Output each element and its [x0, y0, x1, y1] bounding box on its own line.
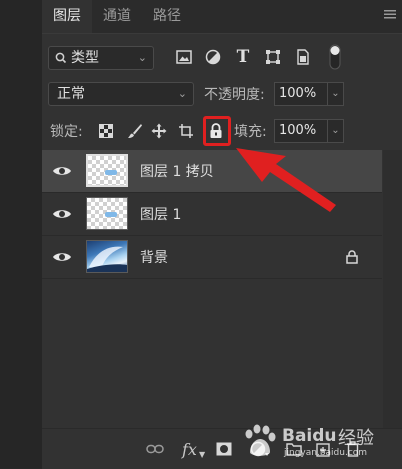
- fill-dropdown-icon[interactable]: ⌄: [328, 119, 344, 143]
- layer-thumbnail: [86, 197, 128, 230]
- panel-tab-bar: 图层 通道 路径: [42, 0, 402, 34]
- layer-name[interactable]: 图层 1: [140, 204, 181, 224]
- fx-label: fx: [182, 439, 197, 459]
- layer-row-1[interactable]: 图层 1: [42, 193, 382, 236]
- tab-paths[interactable]: 路径: [142, 0, 192, 33]
- left-dock-strip: [0, 0, 43, 468]
- layer-list-scrollbar[interactable]: [383, 150, 402, 428]
- baidu-watermark-logo: Baidu 经验 jingyan.baidu.com: [240, 420, 380, 464]
- smart-object-filter-icon[interactable]: [292, 46, 314, 68]
- tab-channels[interactable]: 通道: [92, 0, 142, 33]
- shape-filter-icon[interactable]: [262, 46, 284, 68]
- fx-icon[interactable]: fx ▼: [182, 439, 205, 459]
- image-filter-icon[interactable]: [173, 46, 195, 68]
- panel-menu-icon[interactable]: [384, 9, 396, 21]
- visibility-eye-icon[interactable]: [52, 206, 72, 222]
- layer-locked-icon[interactable]: [346, 249, 358, 268]
- watermark-jingyan-text: 经验: [338, 428, 374, 449]
- visibility-eye-icon[interactable]: [52, 249, 72, 265]
- search-icon: [55, 47, 67, 76]
- layers-panel: 图层 通道 路径 类型 ⌄ T 正常 ⌄ 不透明度: 100% ⌄ 锁定: 填充…: [42, 0, 402, 469]
- mask-icon[interactable]: [216, 439, 232, 459]
- lock-artboard-icon[interactable]: [177, 122, 195, 140]
- layer-row-copy[interactable]: 图层 1 拷贝: [42, 150, 382, 193]
- fill-label: 填充:: [234, 124, 267, 140]
- filter-kind-select[interactable]: 类型 ⌄: [48, 46, 154, 70]
- filter-kind-label: 类型: [71, 50, 99, 66]
- blend-mode-value: 正常: [57, 86, 85, 102]
- opacity-dropdown-icon[interactable]: ⌄: [328, 82, 344, 106]
- lock-transparent-pixels-icon[interactable]: [97, 122, 115, 140]
- link-layers-icon[interactable]: [146, 439, 164, 459]
- lock-label: 锁定:: [50, 124, 83, 140]
- layer-thumbnail: [86, 154, 128, 187]
- blend-row: 正常 ⌄ 不透明度: 100% ⌄: [42, 82, 402, 108]
- opacity-input[interactable]: 100%: [274, 82, 328, 106]
- chevron-down-icon: ⌄: [177, 87, 187, 100]
- chevron-down-icon: ⌄: [137, 51, 147, 64]
- filter-toggle-icon[interactable]: [328, 43, 342, 71]
- type-filter-icon[interactable]: T: [232, 46, 254, 68]
- lock-image-pixels-icon[interactable]: [126, 122, 144, 140]
- filter-row: 类型 ⌄ T: [42, 43, 402, 72]
- blend-mode-select[interactable]: 正常 ⌄: [48, 82, 194, 106]
- watermark-url-text: jingyan.baidu.com: [284, 448, 368, 458]
- tab-layers[interactable]: 图层: [42, 0, 92, 33]
- lock-position-icon[interactable]: [150, 122, 168, 140]
- opacity-label: 不透明度:: [204, 87, 265, 103]
- layer-thumbnail: [86, 240, 128, 273]
- layer-name[interactable]: 背景: [140, 247, 168, 267]
- adjustment-filter-icon[interactable]: [202, 46, 224, 68]
- layer-name[interactable]: 图层 1 拷贝: [140, 161, 214, 181]
- visibility-eye-icon[interactable]: [52, 163, 72, 179]
- fill-input[interactable]: 100%: [274, 119, 328, 143]
- layer-row-background[interactable]: 背景: [42, 236, 382, 279]
- watermark-brand-text: Baidu: [282, 426, 337, 446]
- annotation-highlight-box: [203, 116, 231, 146]
